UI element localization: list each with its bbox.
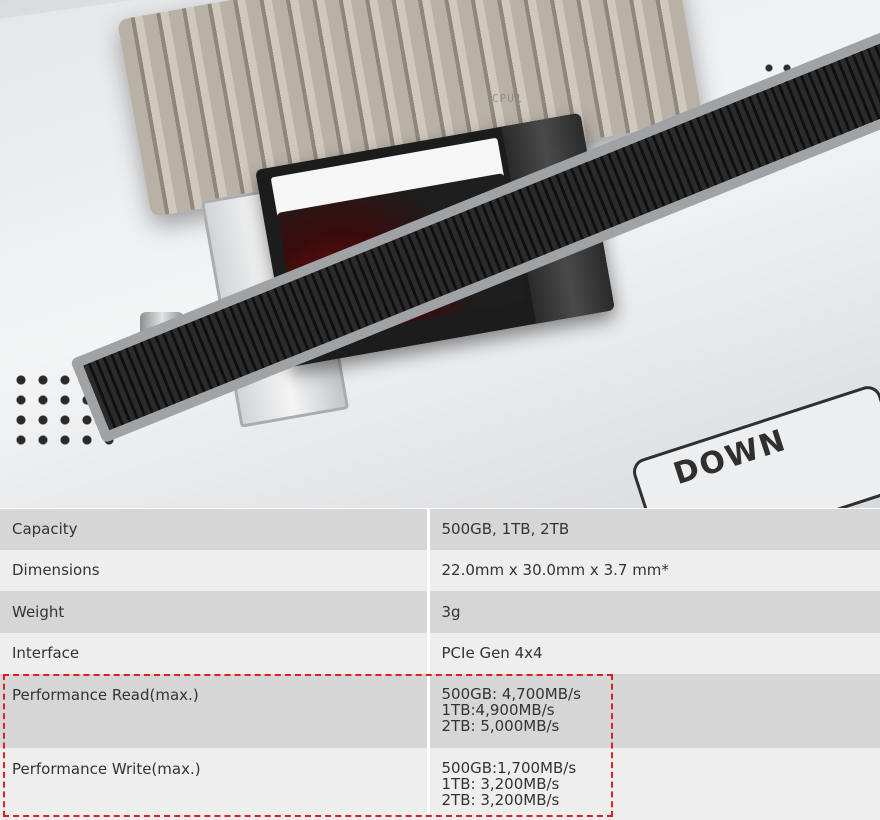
spec-row-weight: Weight 3g [0,591,880,633]
spec-value: 22.0mm x 30.0mm x 3.7 mm* [428,550,880,591]
spec-label: Interface [0,633,430,674]
spec-value-line: 500GB:1,700MB/s [441,759,577,777]
spec-value: PCIe Gen 4x4 [428,633,880,674]
spec-row-write: Performance Write(max.) 500GB:1,700MB/s … [0,748,880,820]
spec-table: Capacity 500GB, 1TB, 2TB Dimensions 22.0… [0,509,880,820]
spec-value-line: 1TB: 3,200MB/s [441,775,560,793]
spec-value-line: 2TB: 3,200MB/s [441,791,560,809]
spec-value: 500GB: 4,700MB/s 1TB:4,900MB/s 2TB: 5,00… [428,674,880,748]
spec-value: 3g [428,591,880,633]
spec-value: 500GB, 1TB, 2TB [428,509,880,550]
spec-value: 500GB:1,700MB/s 1TB: 3,200MB/s 2TB: 3,20… [428,748,880,820]
cpu-silkscreen-label: CPU1 [492,92,523,105]
spec-value-line: 1TB:4,900MB/s [441,701,555,719]
spec-row-interface: Interface PCIe Gen 4x4 [0,633,880,674]
spec-row-read: Performance Read(max.) 500GB: 4,700MB/s … [0,674,880,748]
spec-value-line: 2TB: 5,000MB/s [441,717,560,735]
spec-label: Weight [0,591,430,633]
product-photo: CPU1 DOWN [0,0,880,508]
spec-label: Dimensions [0,550,430,591]
spec-label: Performance Write(max.) [0,748,430,820]
spec-label: Performance Read(max.) [0,674,430,748]
spec-row-capacity: Capacity 500GB, 1TB, 2TB [0,509,880,550]
spec-label: Capacity [0,509,430,550]
spec-row-dimensions: Dimensions 22.0mm x 30.0mm x 3.7 mm* [0,550,880,591]
spec-value-line: 500GB: 4,700MB/s [441,685,581,703]
